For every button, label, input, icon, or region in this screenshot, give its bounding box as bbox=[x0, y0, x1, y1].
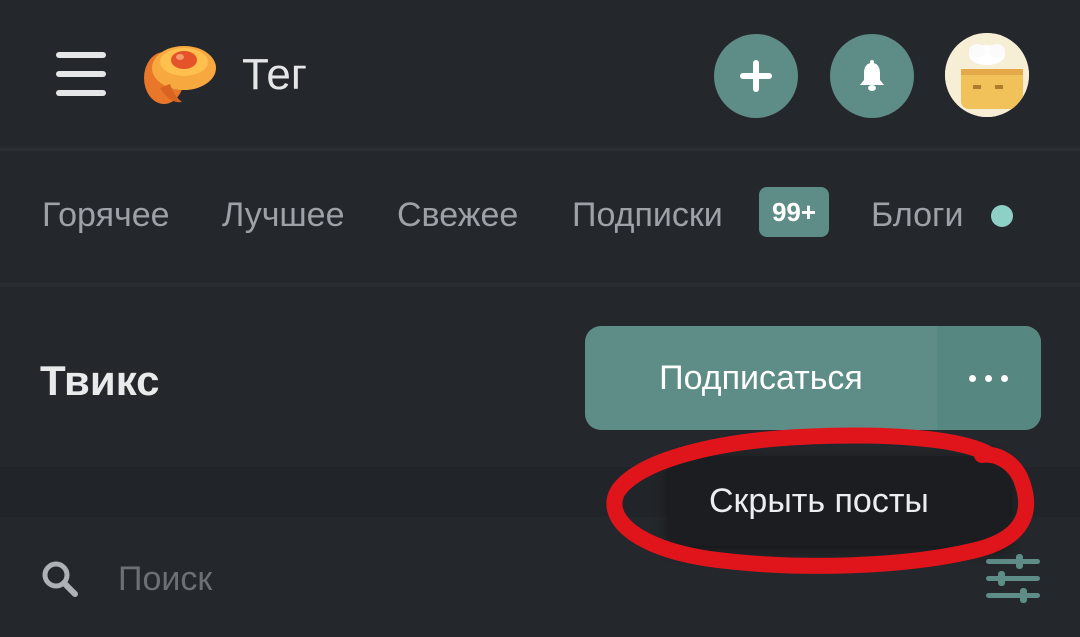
bell-icon bbox=[860, 60, 884, 91]
tag-header: Твикс Подписаться bbox=[0, 287, 1080, 467]
tab-hot[interactable]: Горячее bbox=[42, 195, 170, 235]
page-title: Тег bbox=[242, 50, 307, 99]
search-icon[interactable] bbox=[40, 559, 80, 599]
tab-best[interactable]: Лучшее bbox=[222, 195, 345, 235]
filter-sliders-icon[interactable] bbox=[984, 553, 1042, 605]
subscribe-button-group: Подписаться bbox=[585, 326, 1041, 430]
hamburger-menu-icon[interactable] bbox=[56, 52, 106, 96]
plus-icon bbox=[740, 60, 772, 92]
tag-name: Твикс bbox=[40, 357, 160, 404]
top-header: Тег bbox=[0, 0, 1080, 148]
mushroom-logo-icon[interactable] bbox=[140, 38, 220, 110]
subscribe-button[interactable]: Подписаться bbox=[585, 326, 937, 430]
search-input[interactable] bbox=[118, 553, 718, 605]
subscriptions-count-badge: 99+ bbox=[759, 187, 829, 237]
tab-fresh[interactable]: Свежее bbox=[397, 195, 518, 235]
blogs-new-indicator bbox=[991, 205, 1013, 227]
more-dots-icon bbox=[969, 375, 1009, 382]
app-root: Тег Горячее Лучшее Свежее Подписки 99+ Б… bbox=[0, 0, 1080, 637]
user-avatar-icon[interactable] bbox=[945, 33, 1029, 117]
notifications-button[interactable] bbox=[830, 34, 914, 118]
feed-tabs: Горячее Лучшее Свежее Подписки 99+ Блоги bbox=[0, 151, 1080, 283]
hide-posts-menu-item[interactable]: Скрыть посты bbox=[709, 478, 929, 524]
add-post-button[interactable] bbox=[714, 34, 798, 118]
tab-blogs[interactable]: Блоги bbox=[871, 195, 963, 235]
more-options-button[interactable] bbox=[937, 326, 1041, 430]
tab-subscriptions[interactable]: Подписки bbox=[572, 195, 723, 235]
options-dropdown: Скрыть посты bbox=[669, 456, 1009, 546]
